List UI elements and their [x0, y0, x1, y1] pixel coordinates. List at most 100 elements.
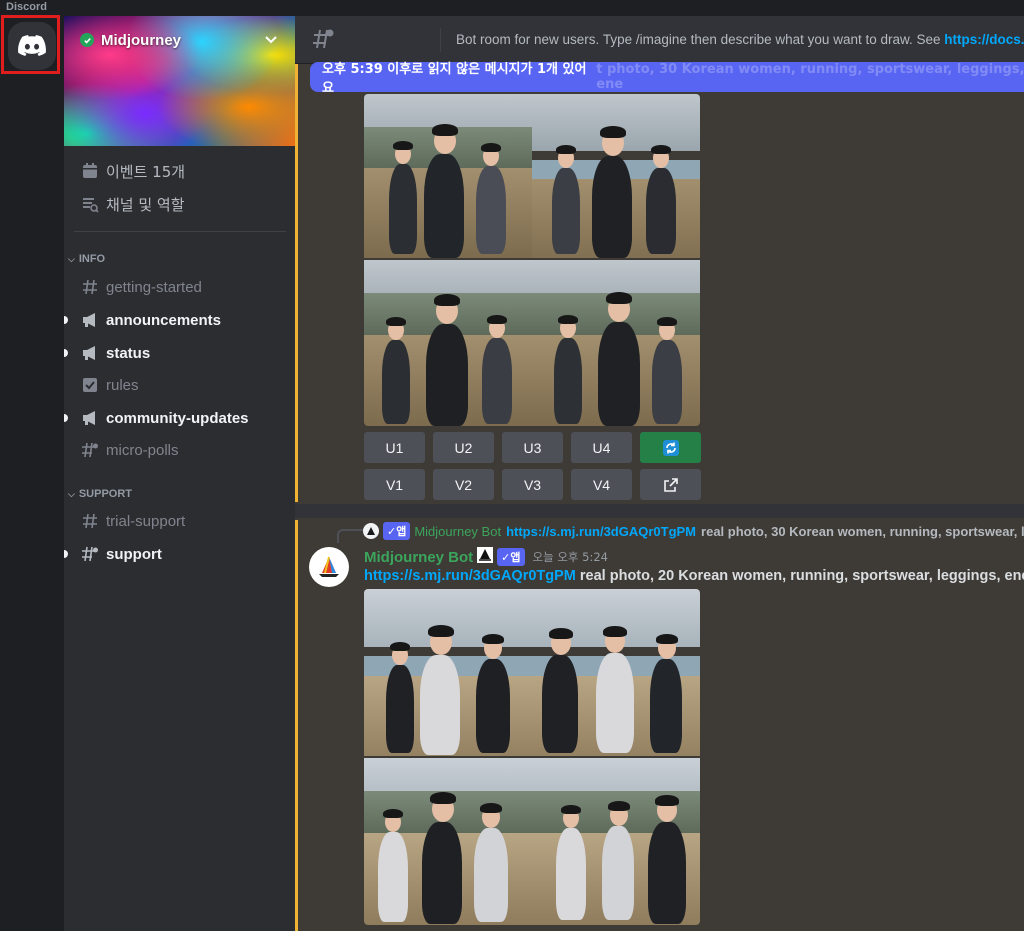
- chevron-down-icon: [265, 36, 277, 44]
- server-header[interactable]: Midjourney: [64, 26, 295, 54]
- mention-highlight-bar: [295, 64, 298, 502]
- threads-hash-icon: [80, 546, 100, 562]
- bot-avatar-small: [363, 523, 379, 539]
- image-tile: [532, 758, 700, 925]
- channel-getting-started[interactable]: getting-started: [72, 273, 287, 301]
- bot-avatar[interactable]: [309, 547, 349, 587]
- v3-button[interactable]: V3: [502, 469, 563, 500]
- reply-link[interactable]: https://s.mj.run/3dGAQr0TgPM: [506, 524, 696, 539]
- midjourney-boat-icon: [319, 556, 339, 577]
- u1-button[interactable]: U1: [364, 432, 425, 463]
- channel-status[interactable]: status: [64, 339, 287, 367]
- channel-label: getting-started: [106, 278, 202, 296]
- unread-indicator: [64, 550, 68, 558]
- megaphone-icon: [80, 312, 100, 328]
- hash-icon: [80, 279, 100, 295]
- channels-roles-label: 채널 및 역할: [106, 195, 185, 214]
- channel-announcements[interactable]: announcements: [64, 306, 287, 334]
- reply-author: Midjourney Bot: [414, 523, 502, 539]
- events-label: 이벤트 15개: [106, 162, 186, 181]
- channel-label: support: [106, 545, 162, 563]
- u3-button[interactable]: U3: [502, 432, 563, 463]
- image-tile: [364, 758, 532, 925]
- events-item[interactable]: 이벤트 15개: [80, 159, 185, 183]
- v4-button[interactable]: V4: [571, 469, 632, 500]
- server-name: Midjourney: [101, 31, 182, 49]
- channel-label: announcements: [106, 311, 222, 329]
- image-tile: [532, 260, 700, 426]
- chat-pane: Bot room for new users. Type /imagine th…: [295, 16, 1024, 931]
- mention-highlight-bar: [295, 520, 298, 931]
- megaphone-icon: [80, 345, 100, 361]
- threads-hash-icon: [311, 27, 335, 55]
- variation-button-row: V1 V2 V3 V4: [364, 469, 701, 500]
- channel-sidebar: Midjourney 이벤트 15개 채널 및 역할 ⌵ INFO gettin…: [64, 16, 295, 931]
- reply-preview[interactable]: ✓ 앱 Midjourney Bot https://s.mj.run/3dGA…: [363, 522, 1024, 540]
- discord-logo-icon: [18, 35, 46, 56]
- megaphone-icon: [80, 410, 100, 426]
- message-link[interactable]: https://s.mj.run/3dGAQr0TgPM: [364, 568, 576, 584]
- category-info-label: INFO: [78, 253, 106, 265]
- sidebar-divider: [74, 231, 286, 232]
- category-support-label: SUPPORT: [78, 488, 133, 500]
- hash-icon: [80, 513, 100, 529]
- app-name: Discord: [6, 1, 47, 13]
- app-badge: ✓ 앱: [383, 522, 411, 540]
- topic-link[interactable]: https://docs.midj: [944, 32, 1024, 47]
- caret-down-icon: ⌵: [68, 488, 75, 499]
- message-timestamp: 오늘 오후 5:24: [532, 550, 608, 564]
- channels-roles-item[interactable]: 채널 및 역할: [80, 192, 185, 216]
- app-badge: ✓ 앱: [497, 548, 525, 566]
- v2-button[interactable]: V2: [433, 469, 494, 500]
- image-tile: [532, 589, 700, 756]
- server-rail: [0, 15, 64, 931]
- generated-image-grid[interactable]: [364, 589, 700, 925]
- unread-banner-behind-text: t photo, 30 Korean women, running, sport…: [596, 62, 1024, 92]
- u2-button[interactable]: U2: [433, 432, 494, 463]
- image-tile: [364, 589, 532, 756]
- channel-label: status: [106, 344, 151, 362]
- message-header: Midjourney Bot ✓ 앱 오늘 오후 5:24: [364, 547, 608, 567]
- reply-prompt: real photo, 30 Korean women, running, sp…: [701, 523, 1024, 539]
- message-content: https://s.mj.run/3dGAQr0TgPM real photo,…: [364, 568, 1024, 584]
- header-separator: [440, 28, 441, 52]
- external-link-icon: [663, 477, 678, 492]
- window-titlebar: Discord: [0, 0, 1024, 16]
- channel-label: micro-polls: [106, 441, 179, 459]
- unread-banner-text: 오후 5:39 이후로 읽지 않은 메시지가 1개 있어요: [322, 62, 587, 96]
- open-in-web-button[interactable]: [640, 469, 701, 500]
- image-tile: [364, 94, 532, 258]
- channel-browse-icon: [80, 195, 100, 213]
- reroll-button[interactable]: [640, 432, 701, 463]
- sailboat-icon: [477, 547, 494, 567]
- unread-messages-banner[interactable]: 오후 5:39 이후로 읽지 않은 메시지가 1개 있어요 t photo, 3…: [310, 62, 1024, 96]
- unread-indicator: [64, 316, 68, 324]
- channel-label: community-updates: [106, 409, 249, 427]
- threads-hash-icon: [80, 442, 100, 458]
- verified-icon: [80, 33, 94, 47]
- chat-header: Bot room for new users. Type /imagine th…: [295, 16, 1024, 64]
- message-author[interactable]: Midjourney Bot: [364, 549, 473, 566]
- reply-spine: [337, 529, 365, 543]
- channel-label: trial-support: [106, 512, 186, 530]
- channel-community-updates[interactable]: community-updates: [64, 404, 287, 432]
- unread-indicator: [64, 349, 68, 357]
- u4-button[interactable]: U4: [571, 432, 632, 463]
- channel-label: rules: [106, 376, 139, 394]
- category-info[interactable]: ⌵ INFO: [68, 251, 105, 267]
- category-support[interactable]: ⌵ SUPPORT: [68, 486, 132, 502]
- message-prompt: real photo, 20 Korean women, running, sp…: [579, 568, 1024, 584]
- calendar-icon: [80, 162, 100, 180]
- channel-trial-support[interactable]: trial-support: [72, 507, 287, 535]
- generated-image-grid[interactable]: [364, 94, 700, 426]
- topic-text: Bot room for new users. Type /imagine th…: [456, 32, 945, 47]
- rules-checkbox-icon: [80, 377, 100, 393]
- channel-support[interactable]: support: [64, 540, 287, 568]
- discord-home-button[interactable]: [8, 22, 56, 70]
- v1-button[interactable]: V1: [364, 469, 425, 500]
- channel-rules[interactable]: rules: [72, 371, 287, 399]
- upscale-button-row: U1 U2 U3 U4: [364, 432, 701, 463]
- caret-down-icon: ⌵: [68, 253, 75, 264]
- channel-topic: Bot room for new users. Type /imagine th…: [456, 32, 1024, 47]
- channel-micro-polls[interactable]: micro-polls: [72, 436, 287, 464]
